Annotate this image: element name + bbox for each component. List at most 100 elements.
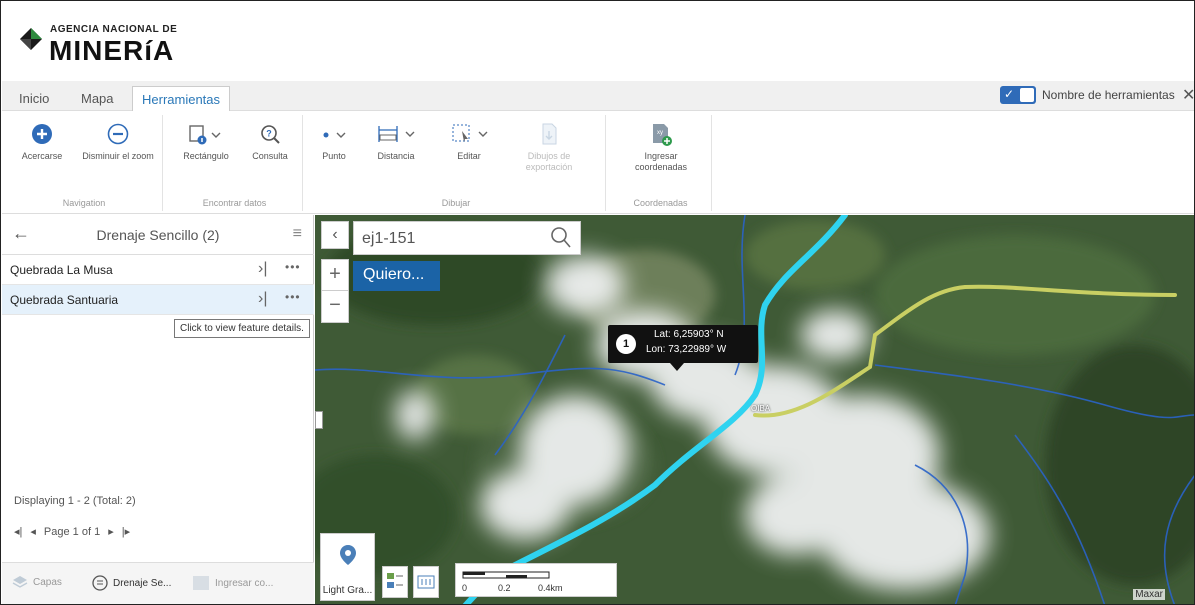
- edit-tool-button[interactable]: Editar: [439, 119, 499, 162]
- group-title-draw: Dibujar: [441, 198, 471, 208]
- more-options-icon[interactable]: •••: [285, 290, 301, 304]
- logo-text-small: AGENCIA NACIONAL DE: [50, 24, 178, 35]
- tab-inicio[interactable]: Inicio: [10, 86, 58, 111]
- prev-page-icon[interactable]: ◂: [30, 525, 36, 538]
- ribbon-group-find-data: Rectángulo ? Consulta Encontrar datos: [167, 115, 303, 211]
- list-item[interactable]: Quebrada Santuaria ›| •••: [2, 285, 314, 315]
- map-view[interactable]: ‹ Quiero... + − 1 Lat: 6,25903° N Lon: 7…: [315, 215, 1194, 604]
- tab-coordinates[interactable]: Ingresar co...: [192, 575, 273, 591]
- tab-coordinates-label: Ingresar co...: [215, 577, 274, 589]
- svg-text:xy: xy: [657, 130, 663, 136]
- list-menu-icon[interactable]: ≡: [293, 225, 302, 243]
- tools-ribbon: Acercarse Disminuir el zoom Navigation R…: [2, 111, 1194, 214]
- zoom-out-label: Disminuir el zoom: [82, 151, 154, 161]
- point-tool-label: Punto: [322, 151, 346, 161]
- scale-tick-2: 0.4km: [538, 583, 563, 593]
- scale-ruler: [462, 571, 550, 579]
- export-drawing-button[interactable]: Dibujos de exportación: [511, 119, 587, 173]
- coordinate-popup[interactable]: 1 Lat: 6,25903° N Lon: 73,22989° W: [608, 325, 758, 371]
- app-window: AGENCIA NACIONAL DE MINERíA Inicio Mapa …: [0, 0, 1195, 605]
- pagination: ◂| ◂ Page 1 of 1 ▸ |▸: [14, 525, 130, 539]
- zoom-out-button[interactable]: Disminuir el zoom: [82, 119, 154, 162]
- toggle-knob: [1020, 88, 1034, 102]
- map-zoom-out-button[interactable]: −: [322, 291, 348, 322]
- feature-name: Quebrada Santuaria: [10, 293, 119, 307]
- search-icon[interactable]: [550, 226, 572, 250]
- rectangle-select-icon: [189, 125, 221, 145]
- scale-tick-1: 0.2: [498, 583, 511, 593]
- coordinates-icon: xy: [653, 124, 672, 146]
- map-search: [353, 221, 581, 255]
- point-tool-button[interactable]: Punto: [313, 119, 355, 162]
- next-page-icon[interactable]: ▸: [108, 525, 114, 538]
- rectangle-select-button[interactable]: Rectángulo: [175, 119, 237, 162]
- query-label: Consulta: [252, 151, 288, 161]
- logo-diamond-icon: [20, 28, 42, 50]
- edit-tool-label: Editar: [457, 151, 481, 161]
- tab-herramientas[interactable]: Herramientas: [132, 86, 231, 111]
- zoom-in-icon: [32, 124, 52, 144]
- search-results-icon: [92, 575, 108, 591]
- check-icon: ✓: [1004, 87, 1015, 101]
- tool-names-toggle[interactable]: ✓: [1000, 86, 1036, 104]
- export-drawing-label: Dibujos de exportación: [525, 151, 573, 172]
- feature-name: Quebrada La Musa: [10, 263, 113, 277]
- basemap-label: Light Gra...: [322, 585, 373, 596]
- close-icon[interactable]: ✕: [1182, 85, 1194, 105]
- tab-mapa[interactable]: Mapa: [72, 86, 123, 111]
- ribbon-group-coordinates: xy Ingresar coordenadas Coordenadas: [610, 115, 712, 211]
- tab-drenaje-label: Drenaje Se...: [113, 577, 172, 589]
- map-zoom-control: + −: [321, 259, 349, 323]
- enter-coordinates-button[interactable]: xy Ingresar coordenadas: [620, 119, 702, 173]
- scale-button[interactable]: [413, 566, 439, 598]
- zoom-in-label: Acercarse: [21, 151, 63, 161]
- legend-button[interactable]: [382, 566, 408, 598]
- page-label: Page 1 of 1: [43, 525, 101, 538]
- legend-icon: [387, 573, 403, 588]
- app-header: AGENCIA NACIONAL DE MINERíA: [2, 2, 1194, 80]
- group-title-find-data: Encontrar datos: [202, 198, 267, 208]
- first-page-icon[interactable]: ◂|: [14, 525, 22, 538]
- popup-latitude: Lat: 6,25903° N: [654, 329, 724, 340]
- main-tab-bar: Inicio Mapa Herramientas ✓ Nombre de her…: [2, 81, 1194, 111]
- map-search-input[interactable]: [362, 228, 542, 250]
- popup-longitude: Lon: 73,22989° W: [646, 344, 727, 355]
- scale-tick-0: 0: [462, 583, 468, 593]
- basemap-button[interactable]: Light Gra...: [320, 533, 375, 601]
- last-page-icon[interactable]: |▸: [122, 525, 130, 538]
- coordinates-tab-icon: [193, 576, 209, 590]
- list-item[interactable]: Quebrada La Musa ›| •••: [2, 255, 314, 285]
- zoom-out-icon: [107, 123, 129, 145]
- point-icon: [323, 132, 346, 138]
- popup-number: 1: [616, 334, 636, 354]
- imagery-attribution: Maxar: [1133, 589, 1165, 600]
- query-button[interactable]: ? Consulta: [245, 119, 295, 162]
- export-drawing-icon: [542, 123, 557, 145]
- svg-text:?: ?: [266, 129, 272, 139]
- group-title-coordinates: Coordenadas: [633, 198, 688, 208]
- distance-tool-button[interactable]: Distancia: [365, 119, 427, 162]
- logo-text-large: MINERíA: [49, 35, 175, 66]
- chevron-right-icon[interactable]: ›|: [258, 290, 267, 308]
- zoom-in-button[interactable]: Acercarse: [12, 119, 72, 162]
- quiero-menu-button[interactable]: Quiero...: [353, 261, 440, 291]
- panel-header: ← Drenaje Sencillo (2) ≡: [2, 215, 314, 255]
- tab-layers[interactable]: Capas: [12, 575, 62, 589]
- scale-icon: [417, 575, 435, 589]
- distance-icon: [378, 126, 415, 142]
- more-options-icon[interactable]: •••: [285, 260, 301, 274]
- panel-bottom-tabs: Capas Drenaje Se... Ingresar co...: [2, 562, 314, 604]
- panel-resize-handle[interactable]: [315, 411, 323, 429]
- edit-icon: [452, 124, 488, 142]
- map-zoom-in-button[interactable]: +: [322, 260, 348, 291]
- tool-names-label: Nombre de herramientas: [1042, 88, 1175, 102]
- displaying-count: Displaying 1 - 2 (Total: 2): [14, 495, 136, 507]
- ribbon-group-draw: Punto Distancia Editar Dibujos de export…: [307, 115, 606, 211]
- enter-coordinates-label: Ingresar coordenadas: [634, 151, 688, 172]
- panel-title: Drenaje Sencillo (2): [96, 227, 220, 243]
- tab-drenaje[interactable]: Drenaje Se...: [92, 575, 171, 591]
- town-label: OIBA: [751, 404, 771, 413]
- rectangle-select-label: Rectángulo: [183, 151, 229, 161]
- collapse-panel-button[interactable]: ‹: [321, 221, 349, 249]
- chevron-right-icon[interactable]: ›|: [258, 260, 267, 278]
